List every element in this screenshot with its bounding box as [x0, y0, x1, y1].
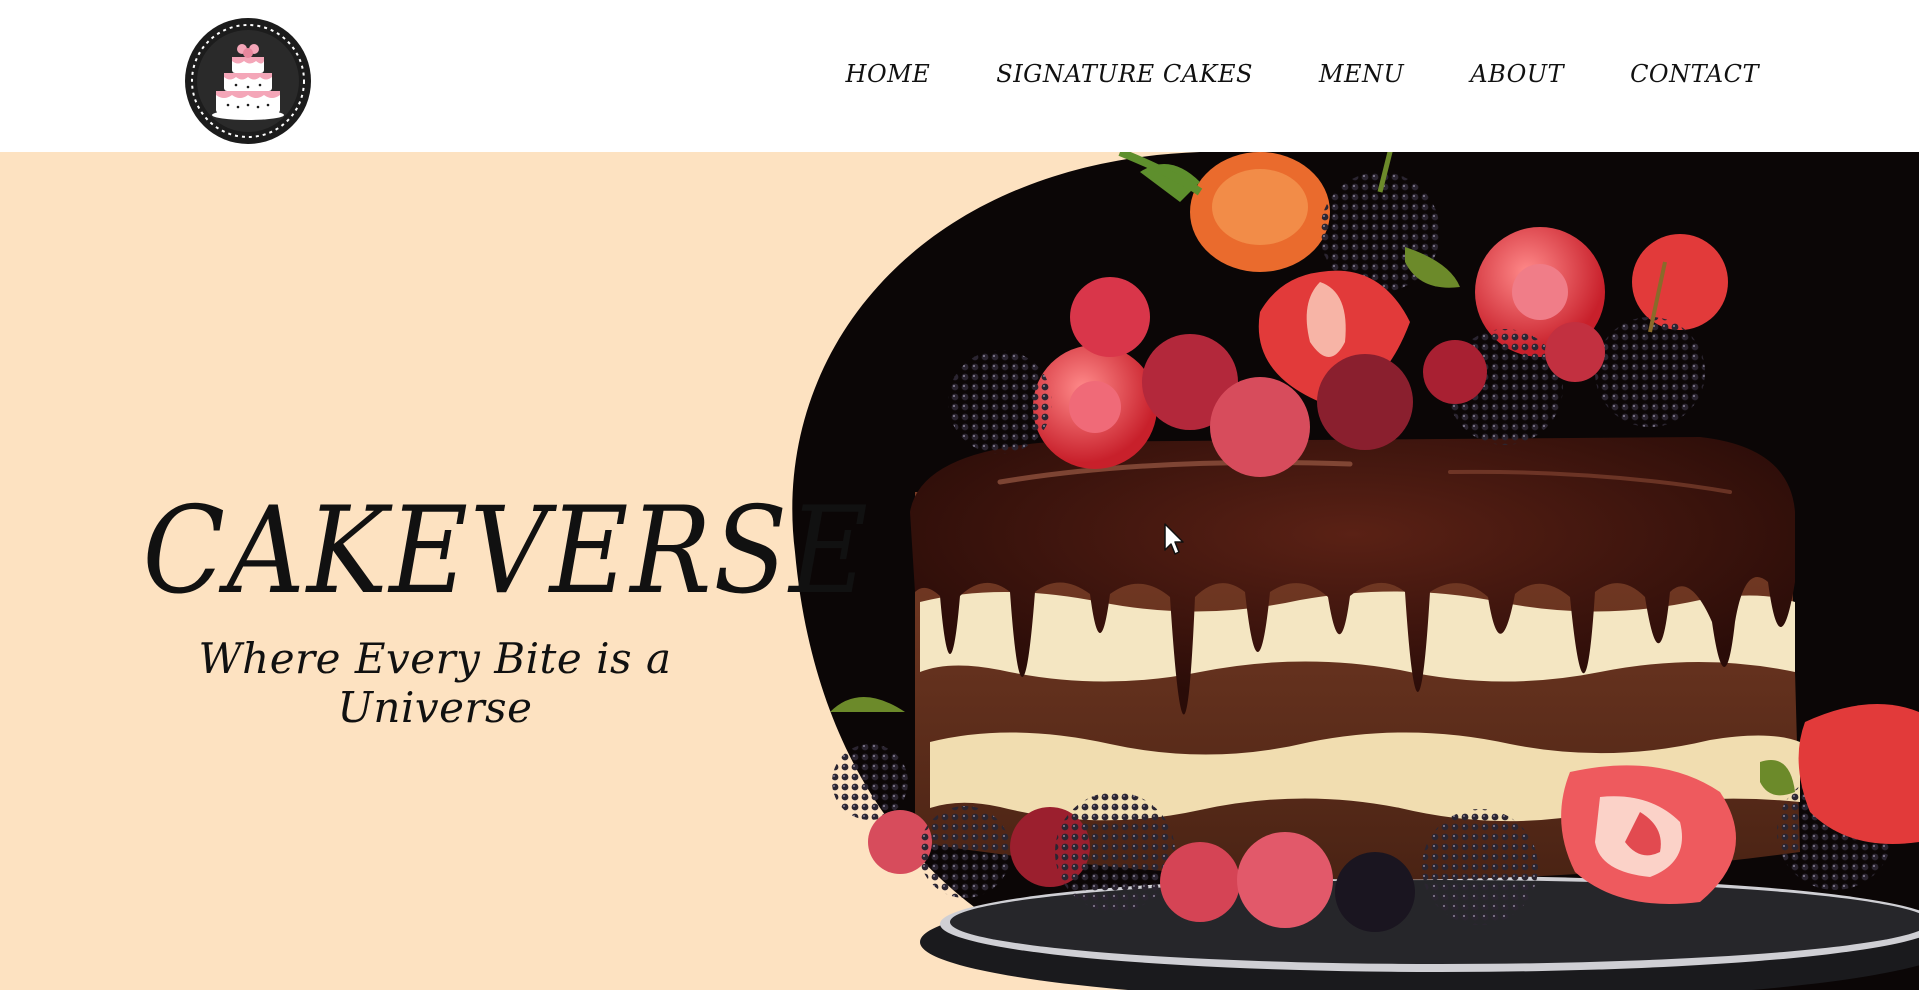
- nav-signature-cakes-link[interactable]: SIGNATURE CAKES: [996, 60, 1253, 88]
- nav-contact-link[interactable]: CONTACT: [1630, 60, 1759, 88]
- hero-section: CAKEVERSE Where Every Bite is a Universe: [0, 152, 1919, 990]
- mouse-pointer-icon: [1164, 523, 1184, 555]
- nav-about-link[interactable]: ABOUT: [1470, 60, 1564, 88]
- hero-tagline: Where Every Bite is a Universe: [198, 634, 672, 732]
- nav-home-link[interactable]: HOME: [846, 60, 931, 88]
- main-nav: HOME SIGNATURE CAKES MENU ABOUT CONTACT: [780, 60, 1759, 88]
- nav-menu-link[interactable]: MENU: [1319, 60, 1404, 88]
- hero-title: CAKEVERSE: [142, 482, 870, 621]
- hero-text: CAKEVERSE Where Every Bite is a Universe: [110, 482, 870, 733]
- cakeverse-logo[interactable]: [184, 17, 312, 145]
- site-header: HOME SIGNATURE CAKES MENU ABOUT CONTACT: [0, 0, 1919, 153]
